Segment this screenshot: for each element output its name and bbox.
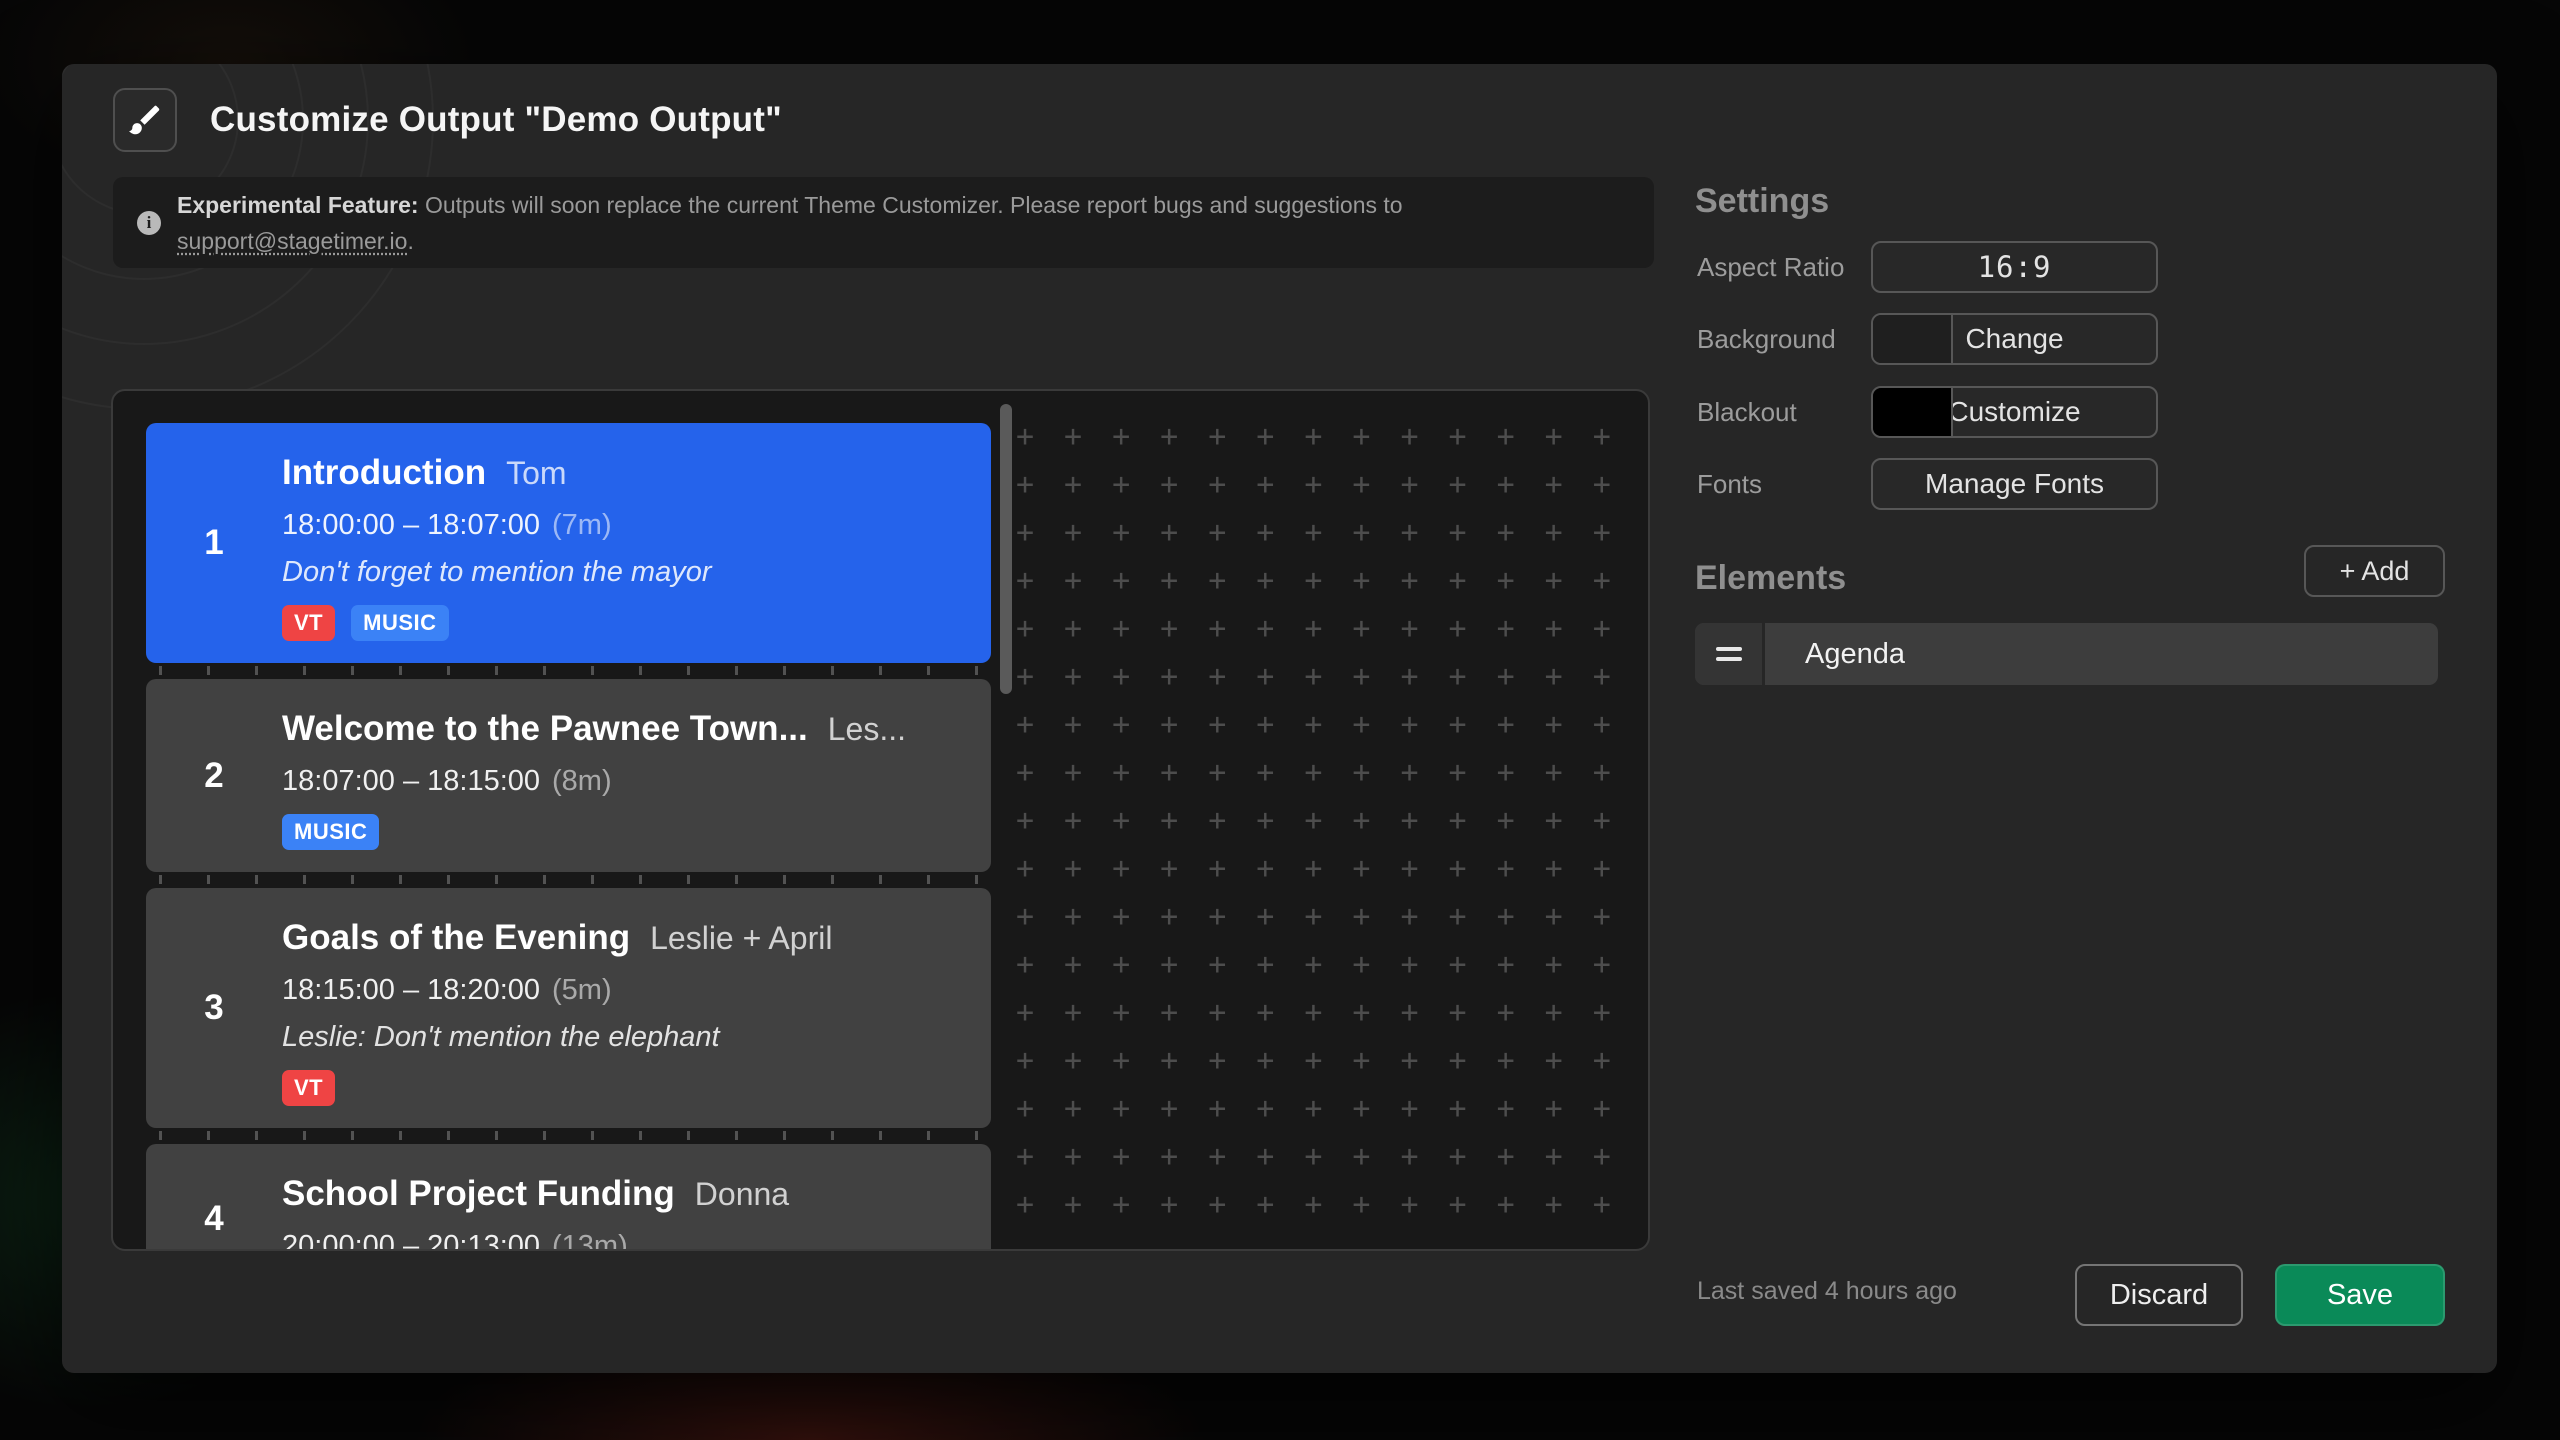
save-button[interactable]: Save [2275, 1264, 2445, 1326]
notice-text: Experimental Feature: Outputs will soon … [177, 187, 1433, 259]
agenda-item-note: Don't forget to mention the mayor [282, 556, 712, 588]
agenda-item-number: 3 [204, 988, 224, 1027]
agenda-item-title: Introduction [282, 453, 487, 492]
agenda-item-time: 20:00:00 – 20:13:00 (13m) [282, 1230, 967, 1251]
grid-ticks [146, 872, 991, 888]
elements-heading: Elements [1695, 559, 1847, 597]
element-name: Agenda [1805, 637, 1905, 670]
agenda-item-speaker: Donna [694, 1176, 790, 1212]
last-saved-status: Last saved 4 hours ago [1697, 1277, 1957, 1305]
settings-heading: Settings [1695, 182, 1830, 220]
plus-grid-pattern: +++++++++++++ +++++++++++++ ++++++++++++… [1016, 419, 1641, 1243]
notice-bold: Experimental Feature: [177, 191, 419, 218]
agenda-item-time: 18:15:00 – 18:20:00 (5m) [282, 974, 612, 1006]
agenda-item-3[interactable]: 3 Goals of the Evening Leslie + April 18… [146, 888, 991, 1128]
drag-handle-icon [1715, 641, 1742, 667]
aspect-ratio-label: Aspect Ratio [1697, 251, 1845, 282]
add-element-button[interactable]: + Add [2304, 545, 2445, 597]
element-row-agenda[interactable]: Agenda [1695, 623, 2438, 685]
manage-fonts-button[interactable]: Manage Fonts [1871, 458, 2158, 510]
background-label: Background [1697, 323, 1836, 354]
agenda-item-1[interactable]: 1 Introduction Tom 18:00:00 – 18:07:00 (7… [146, 423, 991, 663]
experimental-notice: i Experimental Feature: Outputs will soo… [113, 177, 1654, 268]
agenda-item-2[interactable]: 2 Welcome to the Pawnee Town... Les... 1… [146, 679, 991, 872]
agenda-item-note: Leslie: Don't mention the elephant [282, 1021, 720, 1053]
agenda-item-duration: (13m) [552, 1230, 628, 1251]
output-icon-button [113, 88, 177, 152]
agenda-item-time: 18:07:00 – 18:15:00 (8m) [282, 765, 612, 797]
info-icon: i [137, 210, 161, 235]
screen-background: Customize Output "Demo Output" i Experim… [0, 0, 2560, 1440]
agenda-item-number: 2 [204, 755, 224, 795]
output-preview-panel: +++++++++++++ +++++++++++++ ++++++++++++… [111, 389, 1650, 1251]
tag-vt: VT [282, 1070, 336, 1106]
customize-output-dialog: Customize Output "Demo Output" i Experim… [62, 64, 2497, 1373]
notice-suffix: . [407, 227, 414, 254]
agenda-item-tags: VT [282, 1070, 967, 1106]
agenda-item-title: School Project Funding [282, 1174, 675, 1213]
agenda-item-tags: VT MUSIC [282, 605, 967, 641]
agenda-item-duration: (5m) [552, 974, 612, 1006]
agenda-item-number: 1 [204, 523, 224, 562]
discard-button[interactable]: Discard [2075, 1264, 2243, 1326]
agenda-item-duration: (8m) [552, 765, 612, 797]
agenda-item-duration: (7m) [552, 509, 612, 541]
blackout-label: Blackout [1697, 396, 1797, 427]
paintbrush-icon [129, 105, 160, 135]
agenda-list: 1 Introduction Tom 18:00:00 – 18:07:00 (7… [146, 423, 991, 1251]
settings-sidebar: Settings Aspect Ratio 16:9 Background Ch… [1695, 64, 2447, 1373]
tag-music: MUSIC [351, 605, 449, 641]
drag-handle[interactable] [1695, 623, 1765, 685]
tag-vt: VT [282, 605, 336, 641]
agenda-item-speaker: Tom [506, 455, 567, 491]
setting-row-fonts: Fonts Manage Fonts [1695, 458, 2447, 510]
agenda-item-time: 18:00:00 – 18:07:00 (7m) [282, 509, 612, 541]
setting-row-aspect-ratio: Aspect Ratio 16:9 [1695, 241, 2447, 293]
setting-row-blackout: Blackout Customize [1695, 386, 2447, 438]
background-color-swatch[interactable] [1873, 315, 1953, 363]
setting-row-background: Background Change [1695, 313, 2447, 365]
grid-ticks [146, 663, 991, 679]
agenda-item-number: 4 [204, 1199, 224, 1238]
blackout-customize-button[interactable]: Customize [1871, 386, 2158, 438]
agenda-item-title: Welcome to the Pawnee Town... [282, 709, 808, 748]
background-change-button[interactable]: Change [1871, 313, 2158, 365]
fonts-label: Fonts [1697, 468, 1763, 499]
agenda-item-tags: MUSIC [282, 814, 967, 850]
aspect-ratio-button[interactable]: 16:9 [1871, 241, 2158, 293]
agenda-item-4[interactable]: 4 School Project Funding Donna 20:00:00 … [146, 1144, 991, 1251]
blackout-color-swatch[interactable] [1873, 388, 1953, 436]
tag-music: MUSIC [282, 814, 380, 850]
agenda-item-speaker: Les... [827, 711, 907, 747]
notice-body: Outputs will soon replace the current Th… [418, 191, 1403, 218]
agenda-item-title: Goals of the Evening [282, 918, 631, 957]
agenda-scrollbar-thumb[interactable] [1000, 404, 1012, 694]
grid-ticks [146, 1128, 991, 1144]
dialog-title: Customize Output "Demo Output" [210, 100, 782, 139]
support-email-link[interactable]: support@stagetimer.io [177, 228, 407, 254]
agenda-item-speaker: Leslie + April [650, 920, 833, 956]
